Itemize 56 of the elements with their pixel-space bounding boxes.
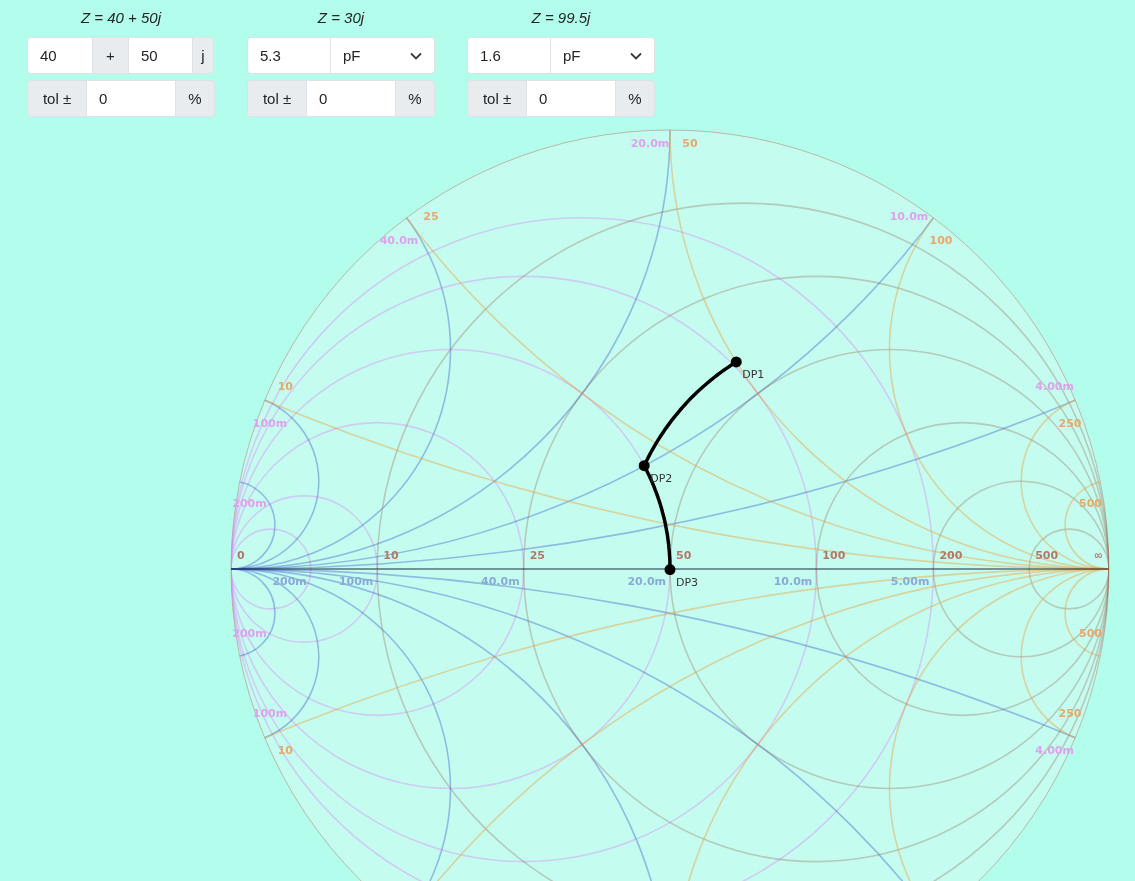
susceptance-label: 10.0m — [889, 210, 929, 223]
susceptance-label: 100m — [252, 707, 288, 720]
tolerance-field[interactable]: 0 — [306, 80, 396, 117]
capacitance-field[interactable]: 5.3 — [247, 37, 331, 74]
impedance-label: Z = 30j — [316, 10, 366, 26]
susceptance-label: 4.00m — [1035, 380, 1074, 394]
percent-sign: % — [615, 80, 655, 117]
reactance-label: 100 — [929, 234, 953, 247]
resistance-label: 100 — [822, 549, 846, 562]
conductance-label: 40.0m — [481, 575, 520, 588]
resistance-label: ∞ — [1093, 549, 1103, 562]
point-label: DP1 — [742, 367, 765, 381]
data-point[interactable] — [730, 356, 742, 368]
conductance-label: 20.0m — [627, 575, 666, 588]
reactance-label: 500 — [1079, 497, 1103, 511]
susceptance-label: 4.00m — [1035, 743, 1074, 757]
conductance-label: 5.00m — [890, 575, 930, 588]
point-label: DP3 — [676, 575, 699, 589]
real-part-field[interactable]: 40 — [27, 37, 93, 74]
chevron-down-icon — [410, 51, 422, 60]
data-point[interactable] — [664, 564, 676, 576]
resistance-label: 0 — [237, 549, 245, 562]
resistance-label: 25 — [529, 549, 545, 562]
tolerance-field[interactable]: 0 — [86, 80, 176, 117]
susceptance-label: 40.0m — [379, 234, 419, 247]
susceptance-label: 100m — [252, 417, 288, 430]
resistance-label: 50 — [676, 549, 692, 562]
reactance-label: 10 — [277, 380, 294, 394]
tolerance-label: tol ± — [247, 80, 307, 117]
conductance-label: 100m — [338, 575, 374, 588]
capacitance-field[interactable]: 1.6 — [467, 37, 551, 74]
imaginary-part-field[interactable]: 50 — [128, 37, 193, 74]
percent-sign: % — [175, 80, 215, 117]
unit-dropdown[interactable]: pF — [550, 37, 655, 74]
reactance-label: 250 — [1058, 707, 1082, 720]
impedance-label: Z = 99.5j — [530, 10, 592, 26]
reactance-label: 500 — [1079, 626, 1103, 640]
data-point[interactable] — [638, 460, 650, 472]
conductance-label: 10.0m — [773, 575, 813, 588]
resistance-label: 500 — [1035, 549, 1059, 562]
susceptance-label: 200m — [232, 497, 267, 511]
reactance-label: 50 — [682, 137, 698, 150]
reactance-label: 10 — [277, 743, 294, 757]
tolerance-field[interactable]: 0 — [526, 80, 616, 117]
imaginary-unit: j — [192, 37, 214, 74]
susceptance-label: 200m — [232, 626, 267, 640]
tolerance-label: tol ± — [27, 80, 87, 117]
susceptance-label: 20.0m — [630, 137, 670, 150]
tolerance-label: tol ± — [467, 80, 527, 117]
reactance-label: 25 — [423, 210, 439, 223]
unit-dropdown[interactable]: pF — [330, 37, 435, 74]
resistance-label: 10 — [383, 549, 399, 562]
impedance-label: Z = 40 + 50j — [79, 10, 163, 26]
reactance-label: 250 — [1058, 417, 1082, 430]
chevron-down-icon — [630, 51, 642, 60]
percent-sign: % — [395, 80, 435, 117]
